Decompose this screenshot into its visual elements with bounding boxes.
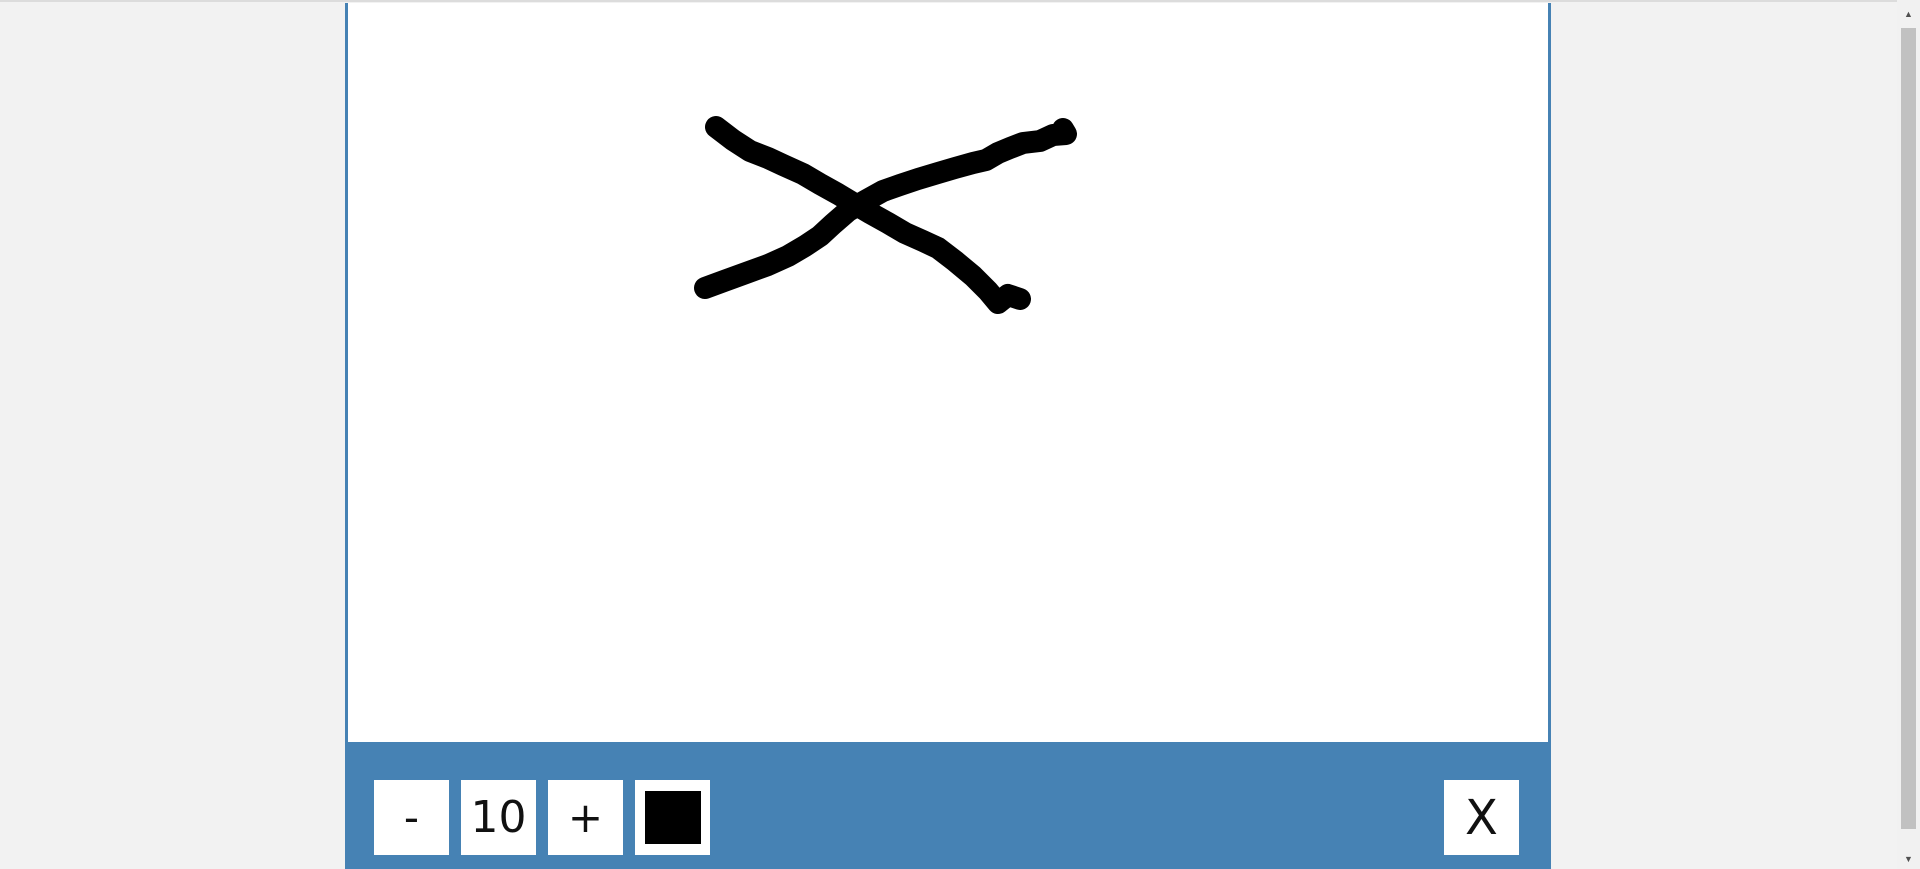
drawing-toolbar: - 10 + X (345, 742, 1551, 869)
scrollbar-thumb[interactable] (1901, 28, 1916, 829)
brush-size-display: 10 (461, 780, 536, 855)
page: - 10 + X ▲ ▼ (0, 0, 1920, 869)
canvas-drawing (694, 116, 1077, 314)
close-button[interactable]: X (1444, 780, 1519, 855)
color-swatch-icon (644, 791, 701, 844)
brush-color-button[interactable] (635, 780, 710, 855)
increase-brush-size-button[interactable]: + (548, 780, 623, 855)
scroll-down-arrow-icon[interactable]: ▼ (1897, 849, 1920, 869)
scroll-up-arrow-icon[interactable]: ▲ (1897, 4, 1920, 24)
drawing-canvas[interactable] (348, 3, 1548, 742)
vertical-scrollbar[interactable]: ▲ ▼ (1897, 0, 1920, 869)
drawing-panel: - 10 + X (345, 3, 1551, 869)
top-divider (0, 0, 1900, 2)
decrease-brush-size-button[interactable]: - (374, 780, 449, 855)
